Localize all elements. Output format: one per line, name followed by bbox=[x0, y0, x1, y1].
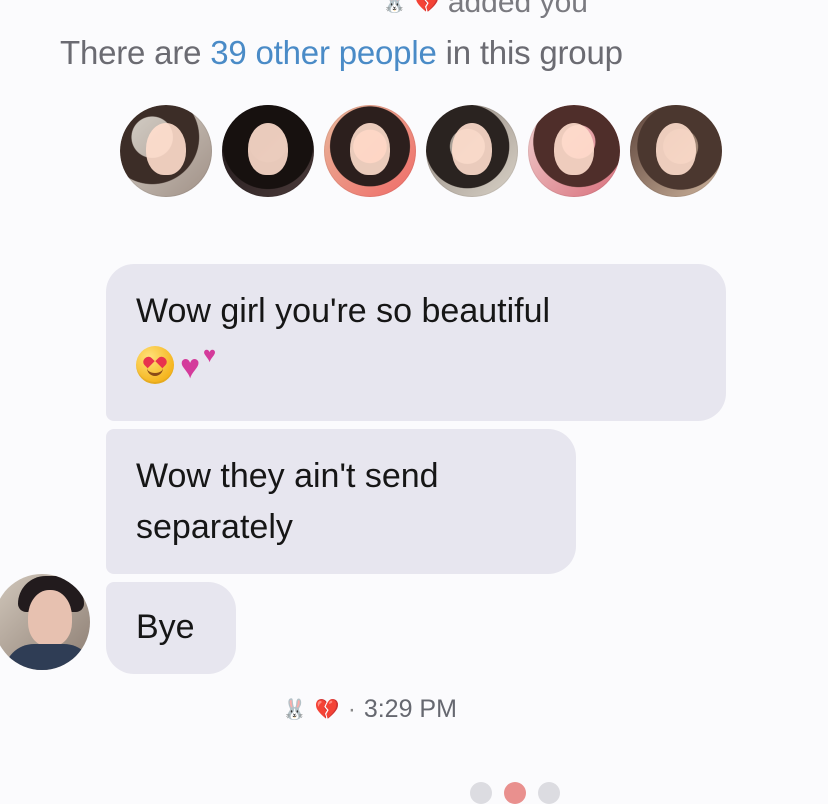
group-member-count: There are 39 other people in this group bbox=[60, 34, 623, 72]
group-member-avatars bbox=[120, 105, 722, 197]
message-bubble[interactable]: Wow girl you're so beautiful ♥ ♥ bbox=[106, 264, 726, 421]
message-bubble[interactable]: Bye bbox=[106, 582, 236, 674]
sender-avatar[interactable] bbox=[0, 574, 90, 670]
group-people-link[interactable]: 39 other people bbox=[210, 34, 437, 71]
message-text: Wow they ain't send separately bbox=[136, 457, 439, 546]
avatar[interactable] bbox=[630, 105, 722, 197]
broken-heart-icon: 💔 bbox=[314, 698, 340, 721]
top-partial-text: added you bbox=[447, 0, 588, 19]
two-hearts-emoji-icon: ♥ ♥ bbox=[180, 342, 217, 386]
message-bubble[interactable]: Wow they ain't send separately bbox=[106, 429, 576, 574]
group-count-suffix: in this group bbox=[436, 34, 623, 71]
read-receipt: 🐰 💔 · 3:29 PM bbox=[282, 695, 457, 724]
group-count-prefix: There are bbox=[60, 34, 211, 71]
broken-heart-icon: 💔 bbox=[414, 0, 440, 14]
partial-icon bbox=[470, 782, 492, 804]
emoji-row: ♥ ♥ bbox=[136, 341, 698, 389]
avatar[interactable] bbox=[528, 105, 620, 197]
partial-icon bbox=[538, 782, 560, 804]
partial-heart-icon bbox=[504, 782, 526, 804]
avatar[interactable] bbox=[120, 105, 212, 197]
bunny-icon: 🐰 bbox=[382, 0, 407, 14]
avatar[interactable] bbox=[324, 105, 416, 197]
message-text: Wow girl you're so beautiful bbox=[136, 292, 551, 330]
bunny-icon: 🐰 bbox=[282, 698, 307, 721]
heart-eyes-emoji-icon bbox=[136, 346, 174, 384]
message-time: 3:29 PM bbox=[363, 695, 457, 723]
top-partial-line: 🐰 💔 added you bbox=[382, 0, 588, 20]
message-text: Bye bbox=[136, 608, 195, 646]
separator-dot: · bbox=[347, 695, 356, 723]
avatar[interactable] bbox=[426, 105, 518, 197]
avatar[interactable] bbox=[222, 105, 314, 197]
bottom-partial-icons bbox=[470, 782, 560, 804]
